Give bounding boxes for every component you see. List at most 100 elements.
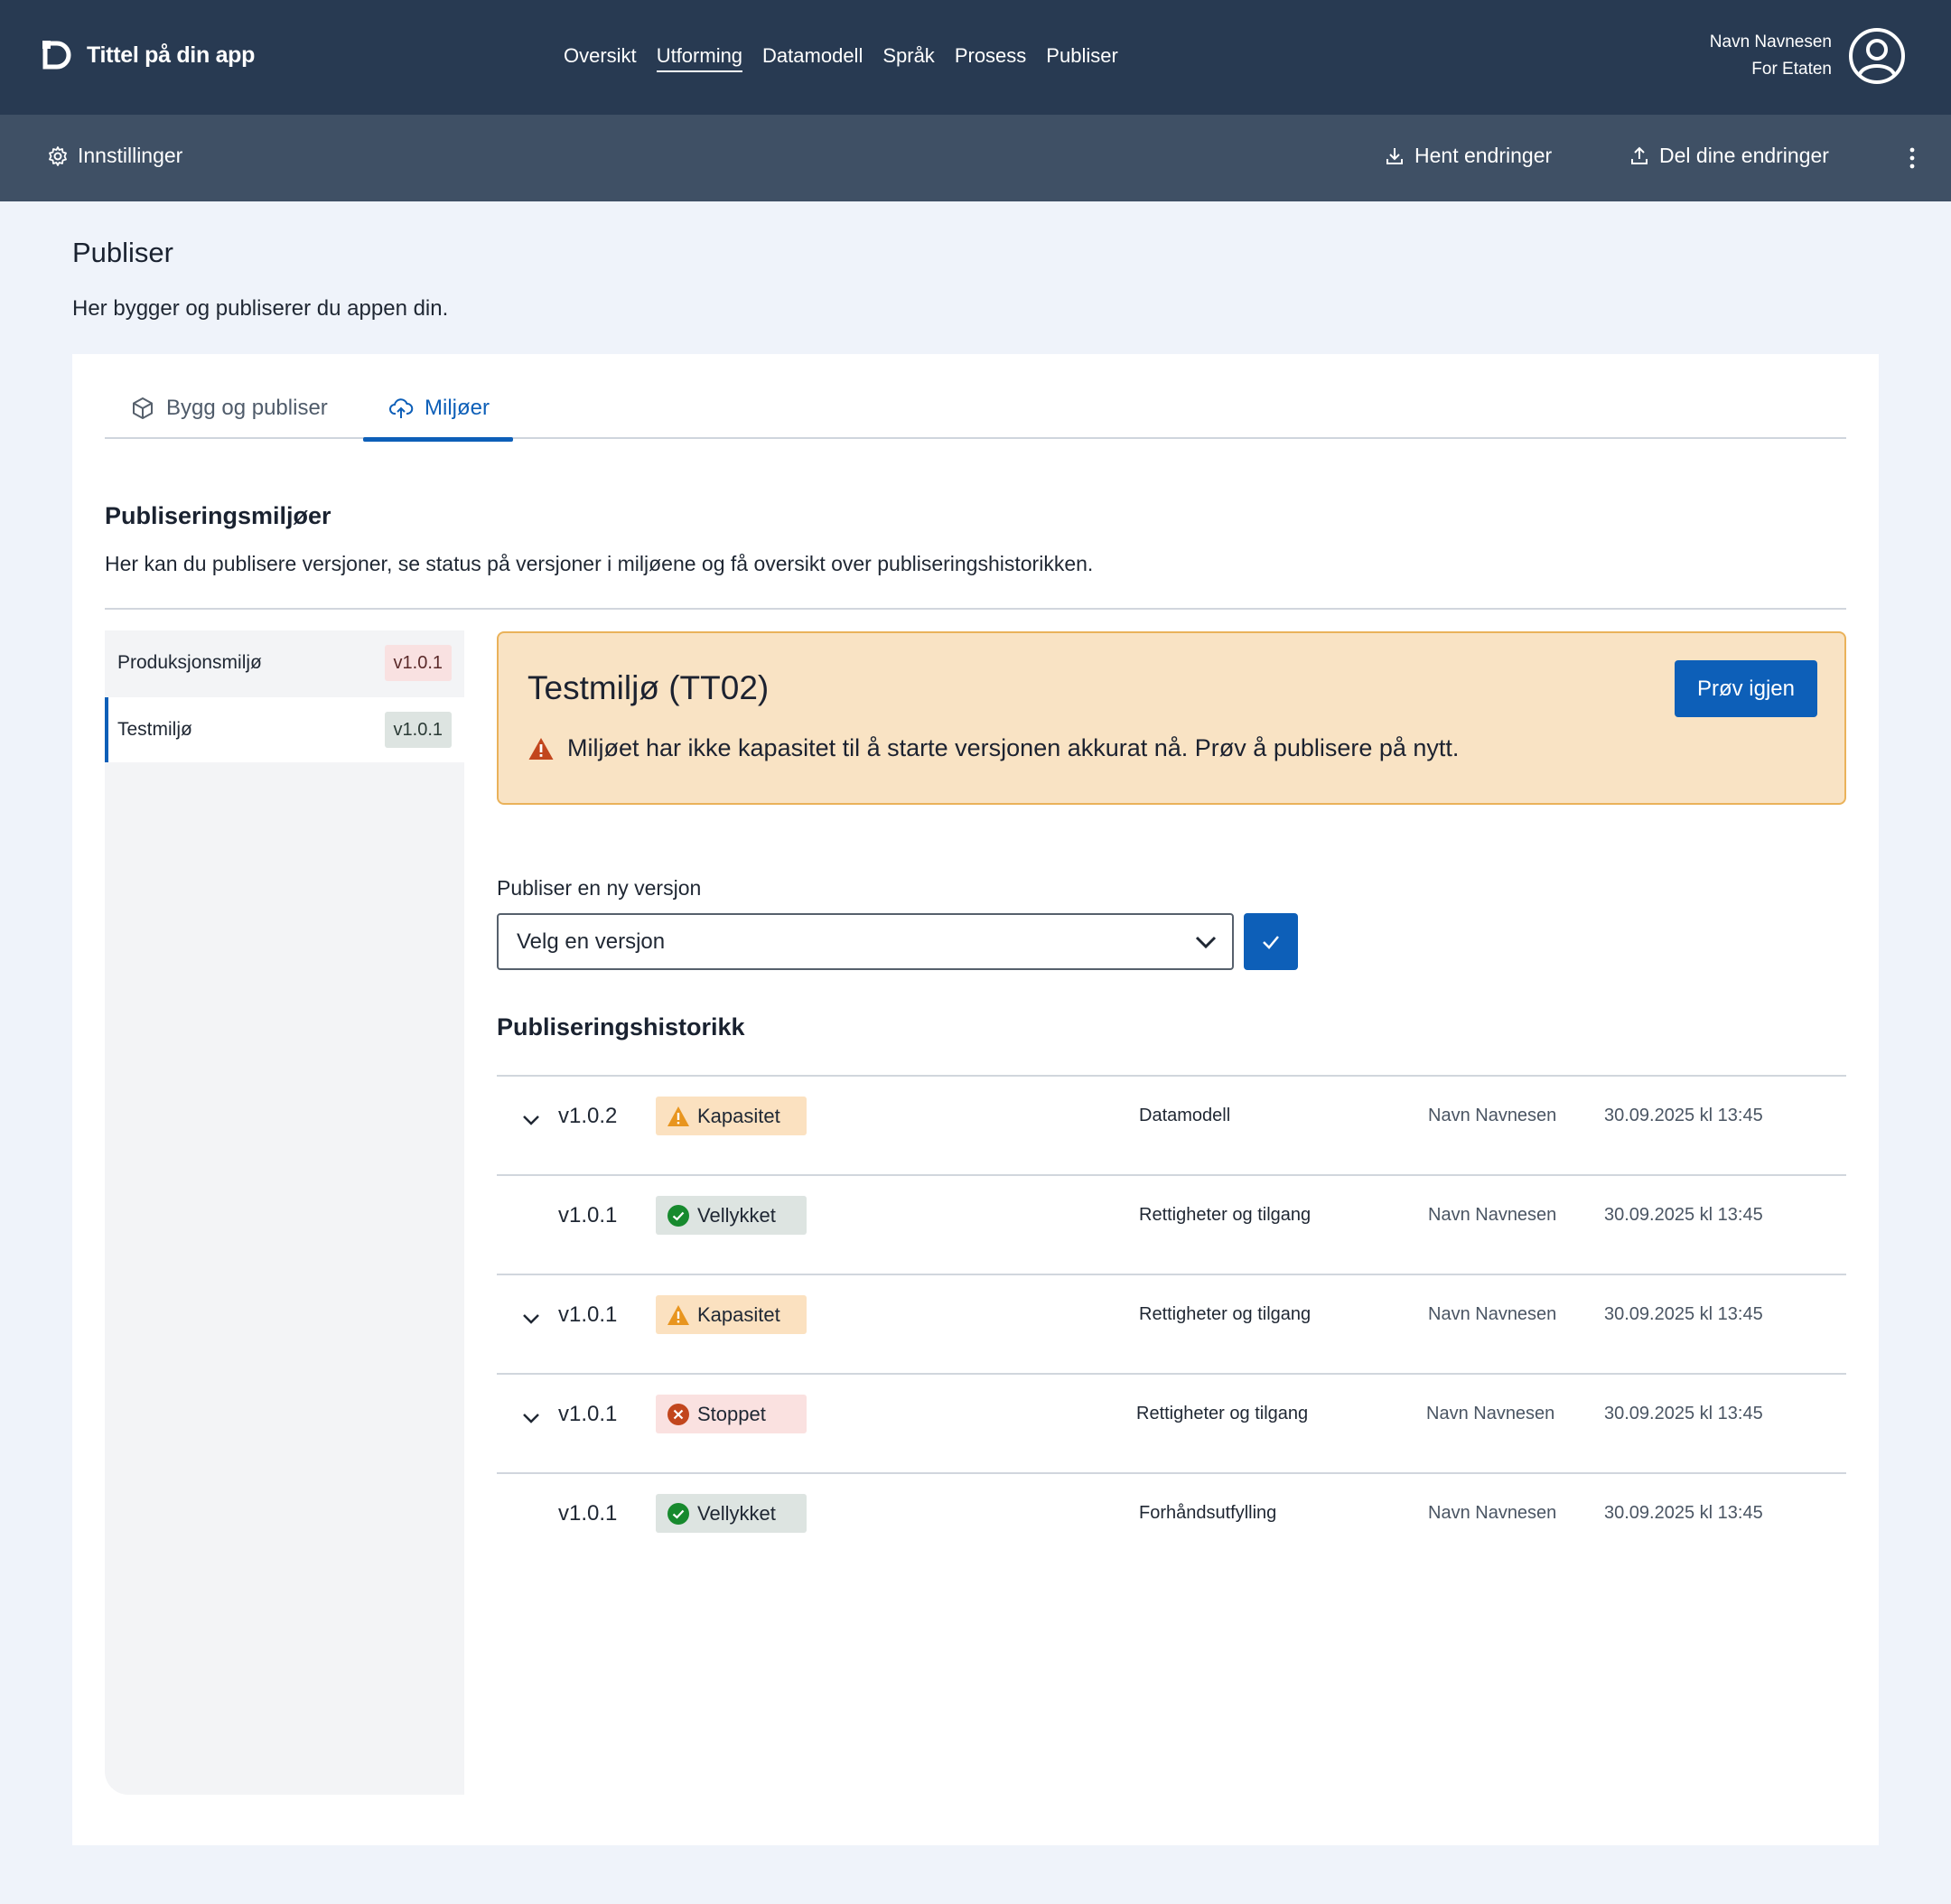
- cloud-upload-icon: [389, 398, 414, 418]
- chevron-down-icon[interactable]: [520, 1109, 542, 1131]
- row-area: Rettigheter og tilgang: [1139, 1205, 1312, 1225]
- tab-label: Bygg og publiser: [166, 396, 328, 420]
- divider: [105, 608, 1846, 610]
- alert-message-row: Miljøet har ikke kapasitet til å starte …: [527, 734, 1459, 762]
- history-table: v1.0.2 Kapasitet Datamodell Navn Navnese…: [497, 1075, 1846, 1572]
- app-logo-icon: [42, 41, 71, 70]
- tab-bar: Bygg og publiser Miljøer: [105, 396, 1846, 442]
- tab-label: Miljøer: [425, 396, 490, 420]
- environment-list: Produksjonsmiljø v1.0.1 Testmiljø v1.0.1: [105, 630, 464, 1795]
- settings-label: Innstillinger: [78, 144, 183, 167]
- env-name: Produksjonsmiljø: [117, 652, 262, 673]
- avatar-icon[interactable]: [1848, 27, 1906, 85]
- warning-icon: [667, 1304, 689, 1325]
- table-row[interactable]: v1.0.1 Stoppet Rettigheter og tilgang Na…: [497, 1373, 1846, 1472]
- row-version: v1.0.1: [558, 1203, 618, 1227]
- env-version-tag: v1.0.1: [384, 645, 452, 681]
- section-title: Publiseringsmiljøer: [105, 502, 331, 529]
- version-select-value: Velg en versjon: [517, 929, 666, 954]
- confirm-publish-button[interactable]: [1244, 913, 1298, 970]
- row-time: 30.09.2025 kl 13:45: [1604, 1106, 1763, 1125]
- status-label: Vellykket: [697, 1501, 776, 1525]
- check-circle-icon: [667, 1502, 689, 1525]
- version-select[interactable]: Velg en versjon: [497, 913, 1234, 970]
- sub-toolbar: Innstillinger Hent endringer Del dine en…: [0, 115, 1951, 201]
- user-info: Navn Navnesen For Etaten: [1710, 29, 1832, 83]
- capacity-alert: Testmiljø (TT02) Miljøet har ikke kapasi…: [497, 631, 1846, 805]
- app-title: Tittel på din app: [87, 42, 256, 68]
- row-time: 30.09.2025 kl 13:45: [1604, 1404, 1763, 1423]
- row-area: Datamodell: [1139, 1106, 1231, 1125]
- checkmark-icon: [1263, 935, 1279, 949]
- main-nav: Oversikt Utforming Datamodell Språk Pros…: [564, 44, 1118, 72]
- check-circle-icon: [667, 1204, 689, 1227]
- publish-version-label: Publiser en ny versjon: [497, 876, 702, 900]
- page-title: Publiser: [72, 237, 173, 268]
- package-icon: [133, 397, 153, 419]
- env-item-produksjonsmiljo[interactable]: Produksjonsmiljø v1.0.1: [105, 630, 464, 695]
- gear-icon: [49, 145, 67, 166]
- alert-message: Miljøet har ikke kapasitet til å starte …: [567, 734, 1460, 761]
- row-user: Navn Navnesen: [1428, 1503, 1557, 1523]
- history-title: Publiseringshistorikk: [497, 1013, 745, 1041]
- table-row: v1.0.1 Vellykket Forhåndsutfylling Navn …: [497, 1472, 1846, 1572]
- row-time: 30.09.2025 kl 13:45: [1604, 1503, 1763, 1523]
- user-menu[interactable]: Navn Navnesen For Etaten: [1710, 27, 1906, 85]
- env-version-tag: v1.0.1: [384, 712, 452, 748]
- table-row[interactable]: v1.0.1 Kapasitet Rettigheter og tilgang …: [497, 1274, 1846, 1373]
- alert-title: Testmiljø (TT02): [527, 669, 770, 706]
- row-user: Navn Navnesen: [1428, 1106, 1557, 1125]
- share-changes-label: Del dine endringer: [1659, 144, 1829, 167]
- status-badge: Kapasitet: [656, 1097, 807, 1135]
- nav-datamodell[interactable]: Datamodell: [762, 44, 863, 72]
- user-org: For Etaten: [1751, 60, 1832, 79]
- fetch-changes-button[interactable]: Hent endringer: [1384, 144, 1552, 168]
- env-name: Testmiljø: [117, 719, 192, 740]
- chevron-down-icon[interactable]: [520, 1308, 542, 1330]
- status-badge: Kapasitet: [656, 1295, 807, 1334]
- tab-miljoer[interactable]: Miljøer: [363, 396, 513, 442]
- status-badge: Stoppet: [656, 1395, 807, 1433]
- row-user: Navn Navnesen: [1428, 1304, 1557, 1324]
- status-label: Stoppet: [697, 1402, 766, 1425]
- nav-sprak[interactable]: Språk: [882, 44, 934, 72]
- section-description: Her kan du publisere versjoner, se statu…: [105, 552, 1094, 575]
- chevron-down-icon[interactable]: [520, 1407, 542, 1429]
- status-label: Kapasitet: [697, 1104, 780, 1127]
- nav-prosess[interactable]: Prosess: [955, 44, 1026, 72]
- nav-publiser[interactable]: Publiser: [1046, 44, 1117, 72]
- app-brand[interactable]: Tittel på din app: [42, 40, 255, 70]
- upload-icon: [1631, 146, 1648, 164]
- row-user: Navn Navnesen: [1428, 1205, 1557, 1225]
- warning-icon: [667, 1106, 689, 1126]
- fetch-changes-label: Hent endringer: [1414, 144, 1553, 167]
- page-subtitle: Her bygger og publiserer du appen din.: [72, 296, 449, 321]
- row-area: Rettigheter og tilgang: [1139, 1304, 1312, 1324]
- nav-utforming[interactable]: Utforming: [656, 44, 743, 72]
- status-label: Kapasitet: [697, 1302, 780, 1326]
- row-version: v1.0.2: [558, 1104, 618, 1128]
- status-label: Vellykket: [697, 1203, 776, 1227]
- row-time: 30.09.2025 kl 13:45: [1604, 1304, 1763, 1324]
- table-row: v1.0.1 Vellykket Rettigheter og tilgang …: [497, 1174, 1846, 1274]
- tab-bygg-og-publiser[interactable]: Bygg og publiser: [130, 396, 328, 439]
- row-time: 30.09.2025 kl 13:45: [1604, 1205, 1763, 1225]
- row-version: v1.0.1: [558, 1501, 618, 1526]
- row-area: Rettigheter og tilgang: [1136, 1404, 1309, 1423]
- download-icon: [1386, 147, 1403, 164]
- user-name: Navn Navnesen: [1709, 33, 1832, 51]
- table-row[interactable]: v1.0.2 Kapasitet Datamodell Navn Navnese…: [497, 1075, 1846, 1174]
- warning-icon: [528, 737, 554, 760]
- status-badge: Vellykket: [656, 1494, 807, 1533]
- more-options-icon[interactable]: [1908, 145, 1917, 171]
- row-version: v1.0.1: [558, 1302, 618, 1327]
- status-badge: Vellykket: [656, 1196, 807, 1235]
- settings-button[interactable]: Innstillinger: [47, 144, 182, 168]
- row-version: v1.0.1: [558, 1402, 618, 1426]
- publish-card: Bygg og publiser Miljøer Publiseringsmil…: [72, 354, 1879, 1845]
- env-item-testmiljo[interactable]: Testmiljø v1.0.1: [105, 697, 464, 762]
- retry-button[interactable]: Prøv igjen: [1675, 660, 1817, 717]
- share-changes-button[interactable]: Del dine endringer: [1629, 144, 1829, 168]
- nav-oversikt[interactable]: Oversikt: [564, 44, 637, 72]
- row-area: Forhåndsutfylling: [1139, 1503, 1277, 1523]
